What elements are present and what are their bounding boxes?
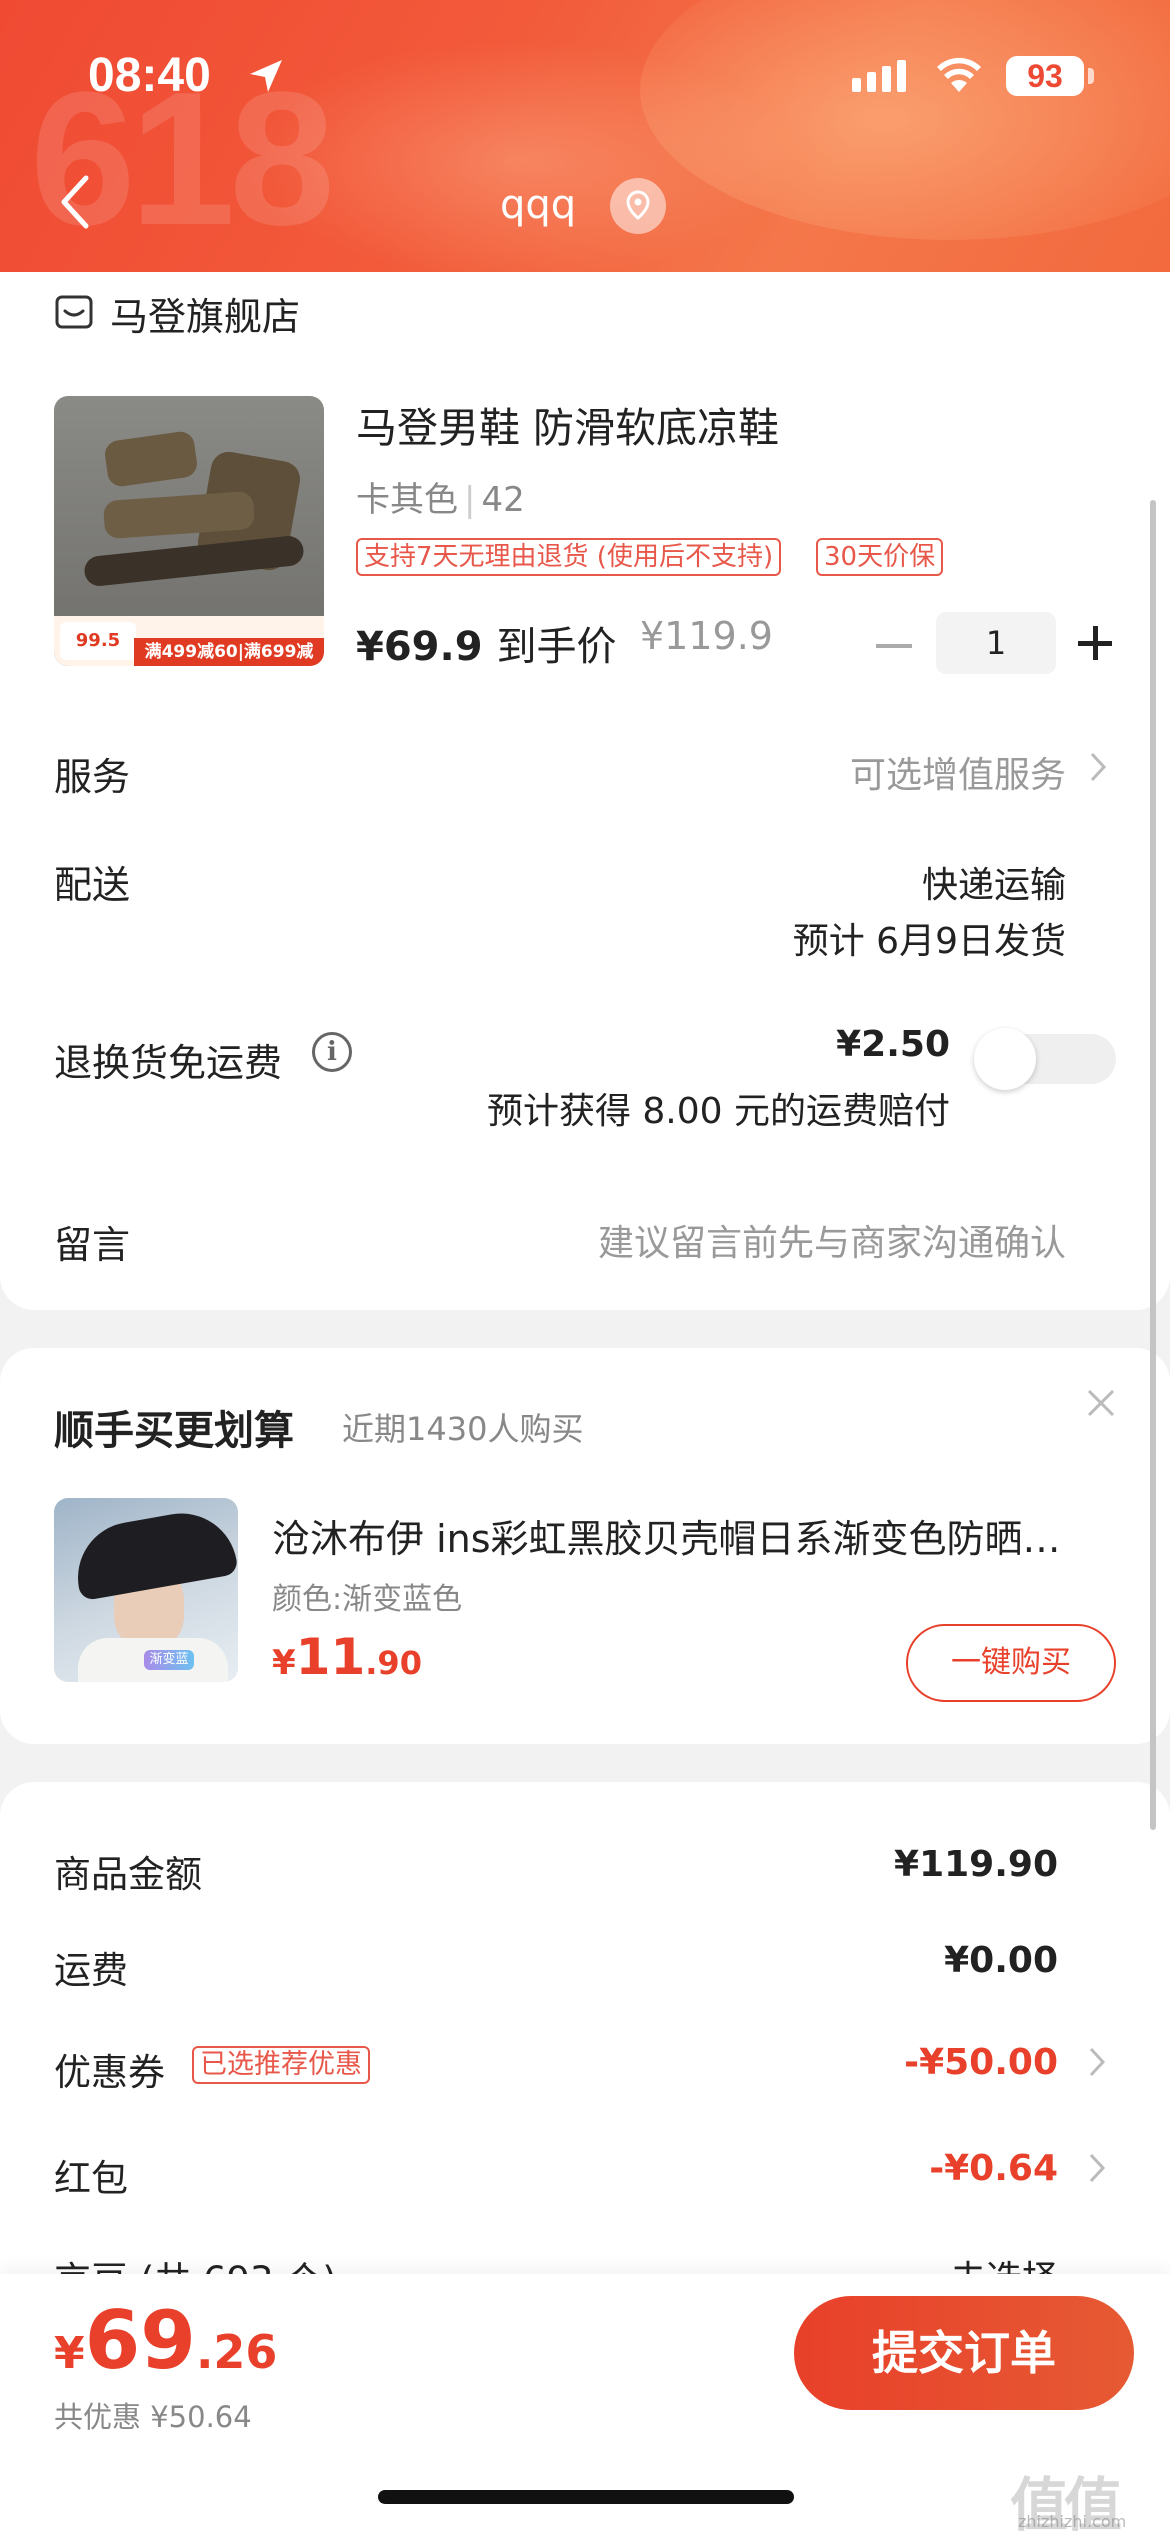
order-card: 马登旗舰店 99.5 满499减60|满699减120 马登男鞋 防滑软底凉鞋 …: [0, 272, 1170, 1310]
image-promo-text: 满499减60|满699减120: [134, 638, 324, 666]
return-fee-compensation: 预计获得 8.00 元的运费赔付: [486, 1091, 950, 1132]
service-label: 服务: [54, 755, 131, 799]
service-value[interactable]: 可选增值服务: [850, 746, 1066, 798]
status-time: 08:40: [88, 49, 211, 102]
coupon-value[interactable]: -¥50.00: [904, 2042, 1058, 2083]
redpacket-value[interactable]: -¥0.64: [929, 2148, 1058, 2189]
recommend-item-price: ¥11.90: [272, 1628, 422, 1686]
store-name[interactable]: 马登旗舰店: [110, 286, 300, 341]
quantity-plus-button[interactable]: [1078, 626, 1112, 660]
image-promo-price: 99.5: [60, 622, 136, 660]
recommend-subtitle: 近期1430人购买: [342, 1410, 584, 1448]
quantity-input[interactable]: 1: [936, 612, 1056, 674]
price-protect-tag: 30天价保: [816, 538, 944, 576]
recommend-item-image[interactable]: 渐变蓝: [54, 1498, 238, 1682]
total-saved: 共优惠 ¥50.64: [54, 2400, 252, 2434]
location-arrow-icon: [250, 60, 282, 92]
info-icon[interactable]: i: [312, 1032, 352, 1072]
submit-order-button[interactable]: 提交订单: [794, 2296, 1134, 2410]
recommend-item-name[interactable]: 沧沐布伊 ins彩虹黑胶贝壳帽日系渐变色防晒…: [272, 1508, 1112, 1563]
delivery-label: 配送: [54, 863, 131, 907]
product-spec[interactable]: 卡其色 | 42: [356, 472, 525, 521]
return-fee-toggle[interactable]: [974, 1028, 1116, 1090]
summary-card: 商品金额 ¥119.90 运费 ¥0.00 优惠券 已选推荐优惠 -¥50.00…: [0, 1782, 1170, 2302]
location-pin-icon[interactable]: [610, 178, 666, 234]
wifi-icon: [937, 57, 981, 92]
delivery-method: 快递运输: [921, 865, 1066, 906]
return-fee-price: ¥2.50: [836, 1024, 950, 1065]
battery-icon: 93: [1006, 56, 1084, 96]
redpacket-label: 红包: [54, 2157, 128, 2200]
product-price: ¥69.9 到手价: [356, 624, 617, 670]
goods-amount-label: 商品金额: [54, 1853, 202, 1896]
watermark-url: zhizhizhi.com: [1018, 2512, 1127, 2531]
shipping-label: 运费: [54, 1949, 128, 1992]
message-input[interactable]: 建议留言前先与商家沟通确认: [598, 1214, 1066, 1266]
product-title[interactable]: 马登男鞋 防滑软底凉鞋: [356, 394, 779, 454]
product-image[interactable]: 99.5 满499减60|满699减120: [54, 396, 324, 666]
home-indicator[interactable]: [378, 2490, 794, 2504]
cellular-signal-icon: [852, 60, 906, 92]
close-icon[interactable]: [1086, 1388, 1116, 1418]
coupon-label: 优惠券: [54, 2051, 165, 2094]
page-title: qqq: [500, 182, 577, 228]
shipping-value: ¥0.00: [944, 1940, 1058, 1981]
product-size: 42: [481, 480, 525, 520]
header: 618 08:40 93 qqq: [0, 0, 1170, 275]
return-policy-tag: 支持7天无理由退货 (使用后不支持): [356, 538, 782, 576]
image-badge: 渐变蓝: [144, 1650, 194, 1670]
delivery-estimate: 预计 6月9日发货: [792, 921, 1066, 962]
recommend-item-color: 颜色:渐变蓝色: [272, 1582, 463, 1617]
return-fee-label: 退换货免运费: [54, 1041, 283, 1085]
back-icon[interactable]: [56, 172, 96, 232]
scrollbar[interactable]: [1150, 500, 1156, 1830]
battery-tip: [1088, 68, 1094, 84]
checkout-bar: ¥69.26 共优惠 ¥50.64 提交订单 值值值 zhizhizhi.com: [0, 2274, 1170, 2532]
product-color: 卡其色: [356, 480, 458, 520]
original-price: ¥119.9: [640, 614, 773, 658]
goods-amount-value: ¥119.90: [894, 1844, 1058, 1885]
one-click-buy-button[interactable]: 一键购买: [906, 1624, 1116, 1702]
chevron-right-icon[interactable]: [1088, 2046, 1106, 2078]
chevron-right-icon[interactable]: [1088, 750, 1108, 784]
recommend-title: 顺手买更划算: [54, 1408, 294, 1454]
store-icon: [55, 295, 93, 329]
quantity-minus-button[interactable]: [876, 644, 912, 648]
chevron-right-icon[interactable]: [1088, 2152, 1106, 2184]
coupon-tag: 已选推荐优惠: [192, 2046, 370, 2084]
total-price: ¥69.26: [54, 2294, 278, 2387]
recommend-card: 顺手买更划算 近期1430人购买 渐变蓝 沧沐布伊 ins彩虹黑胶贝壳帽日系渐变…: [0, 1348, 1170, 1744]
message-label: 留言: [54, 1223, 131, 1267]
